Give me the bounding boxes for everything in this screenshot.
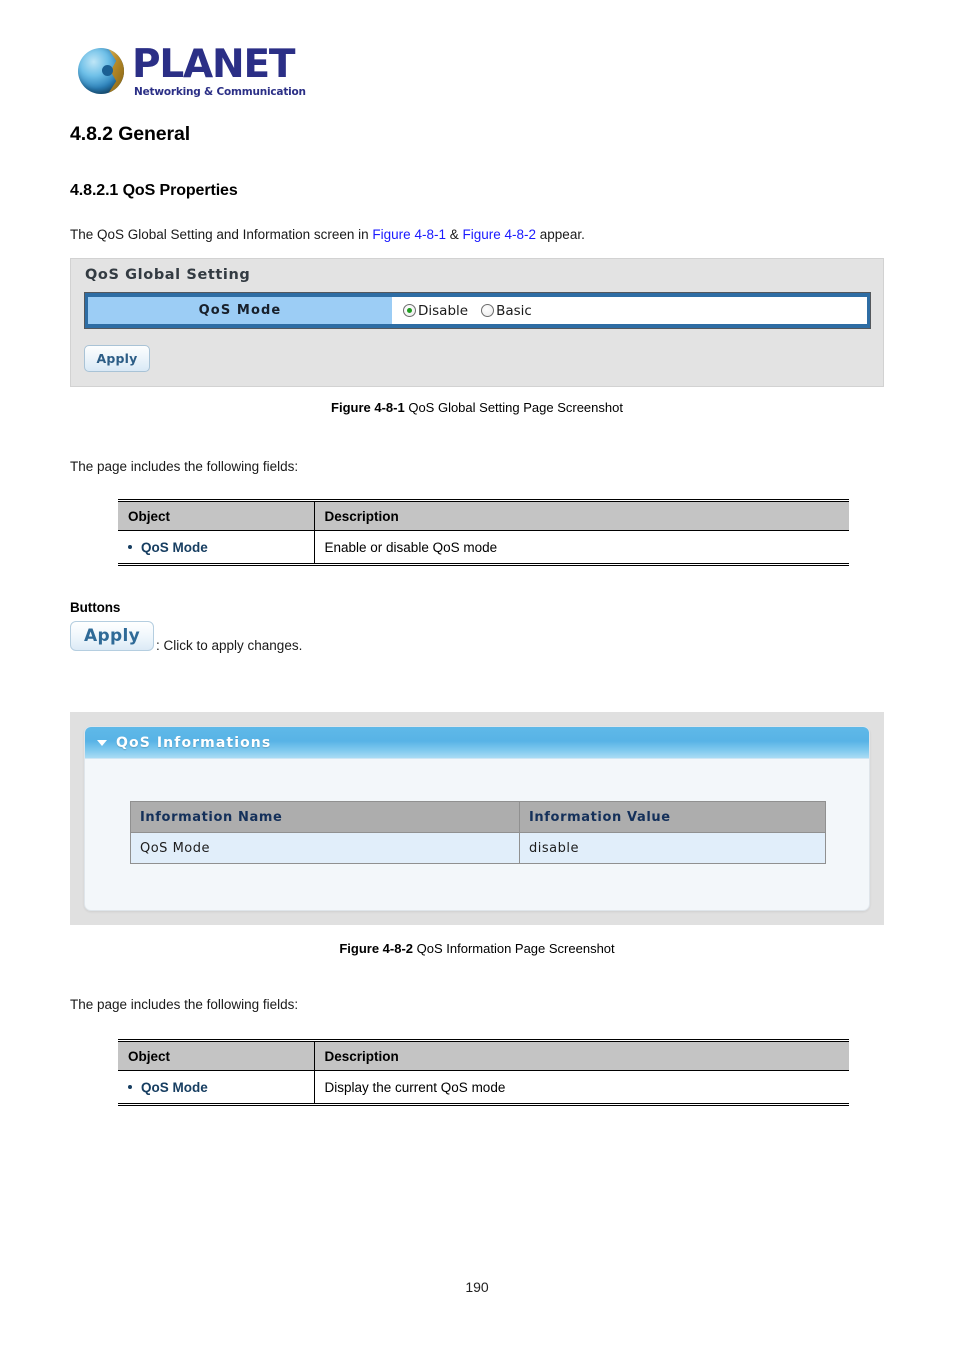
radio-basic-label: Basic (496, 302, 532, 319)
figure-1-caption-text: QoS Global Setting Page Screenshot (404, 400, 623, 415)
intro-paragraph: The QoS Global Setting and Information s… (70, 227, 585, 242)
fields-note-2: The page includes the following fields: (70, 997, 299, 1012)
radio-option-disable[interactable]: Disable (403, 303, 468, 319)
buttons-heading: Buttons (70, 600, 121, 615)
info-table-header-row: Information Name Information Value (130, 801, 826, 833)
qos-informations-header[interactable]: QoS Informations (85, 727, 869, 759)
cell-object: QoS Mode (118, 1070, 315, 1105)
qos-global-setting-title: QoS Global Setting (85, 267, 251, 283)
radio-disable-label: Disable (418, 302, 469, 319)
brand-tagline: Networking & Communication (134, 85, 306, 98)
intro-amp: & (445, 227, 463, 242)
figure-1-caption-label: Figure 4-8-1 (331, 400, 405, 415)
qos-global-setting-screenshot: QoS Global Setting QoS Mode Disable Basi… (70, 258, 884, 387)
info-table-row: QoS Mode disable (130, 832, 826, 864)
apply-button-doc[interactable]: Apply (70, 621, 154, 651)
cell-description: Display the current QoS mode (324, 1079, 506, 1095)
header-description: Description (314, 500, 849, 531)
triangle-down-icon[interactable] (97, 739, 107, 746)
qos-information-table: Information Name Information Value QoS M… (130, 801, 826, 864)
table-header-row: Object Description (118, 500, 849, 531)
radio-basic-icon[interactable] (481, 304, 495, 317)
header-description: Description (314, 1040, 849, 1071)
figure-2-caption: Figure 4-8-2 QoS Information Page Screen… (0, 941, 954, 956)
table-row: QoS Mode Enable or disable QoS mode (118, 530, 849, 565)
figure-link-2[interactable]: Figure 4-8-2 (462, 227, 536, 242)
apply-button[interactable]: Apply (84, 345, 150, 372)
header-object: Object (118, 1040, 315, 1071)
apply-button-description: : Click to apply changes. (156, 638, 303, 653)
fields-table-2: Object Description QoS Mode Display the … (118, 1039, 849, 1106)
object-label: QoS Mode (141, 1079, 208, 1095)
figure-link-1[interactable]: Figure 4-8-1 (372, 227, 446, 242)
brand-name: PLANET (132, 41, 296, 87)
bullet-dot-icon (128, 1085, 132, 1089)
radio-disable-icon[interactable] (403, 304, 416, 317)
qos-informations-screenshot: QoS Informations Information Name Inform… (70, 712, 884, 925)
cell-object: QoS Mode (118, 530, 315, 565)
header-object: Object (118, 500, 315, 531)
fields-table-1: Object Description QoS Mode Enable or di… (118, 499, 849, 566)
logo-text: PLANET Networking & Communication (132, 45, 306, 98)
object-label: QoS Mode (141, 539, 208, 555)
intro-suffix: appear. (536, 227, 585, 242)
qos-mode-value-cell: Disable Basic (392, 293, 870, 328)
qos-informations-title: QoS Informations (116, 734, 272, 751)
qos-mode-label: QoS Mode (85, 293, 392, 328)
qos-mode-row: QoS Mode Disable Basic (84, 292, 871, 329)
planet-globe-icon (78, 48, 124, 94)
info-header-value: Information Value (519, 801, 826, 833)
table-row: QoS Mode Display the current QoS mode (118, 1070, 849, 1105)
table-header-row: Object Description (118, 1040, 849, 1071)
info-cell-name: QoS Mode (130, 832, 520, 864)
object-bullet-item: QoS Mode (128, 1080, 304, 1095)
page-number: 190 (465, 1279, 489, 1295)
cell-description: Enable or disable QoS mode (324, 539, 498, 555)
info-header-name: Information Name (130, 801, 520, 833)
subsection-heading: 4.8.2.1 QoS Properties (70, 182, 238, 199)
radio-option-basic[interactable]: Basic (481, 303, 532, 319)
figure-2-caption-label: Figure 4-8-2 (339, 941, 414, 956)
bullet-dot-icon (128, 545, 132, 549)
figure-1-caption: Figure 4-8-1 QoS Global Setting Page Scr… (0, 400, 954, 415)
object-bullet-item: QoS Mode (128, 540, 304, 555)
intro-prefix: The QoS Global Setting and Information s… (70, 227, 373, 242)
fields-note-1: The page includes the following fields: (70, 459, 299, 474)
section-heading: 4.8.2 General (70, 123, 191, 145)
info-cell-value: disable (519, 832, 826, 864)
qos-informations-panel: QoS Informations Information Name Inform… (84, 726, 870, 911)
figure-2-caption-text: QoS Information Page Screenshot (413, 941, 615, 956)
planet-logo: PLANET Networking & Communication (78, 42, 378, 100)
